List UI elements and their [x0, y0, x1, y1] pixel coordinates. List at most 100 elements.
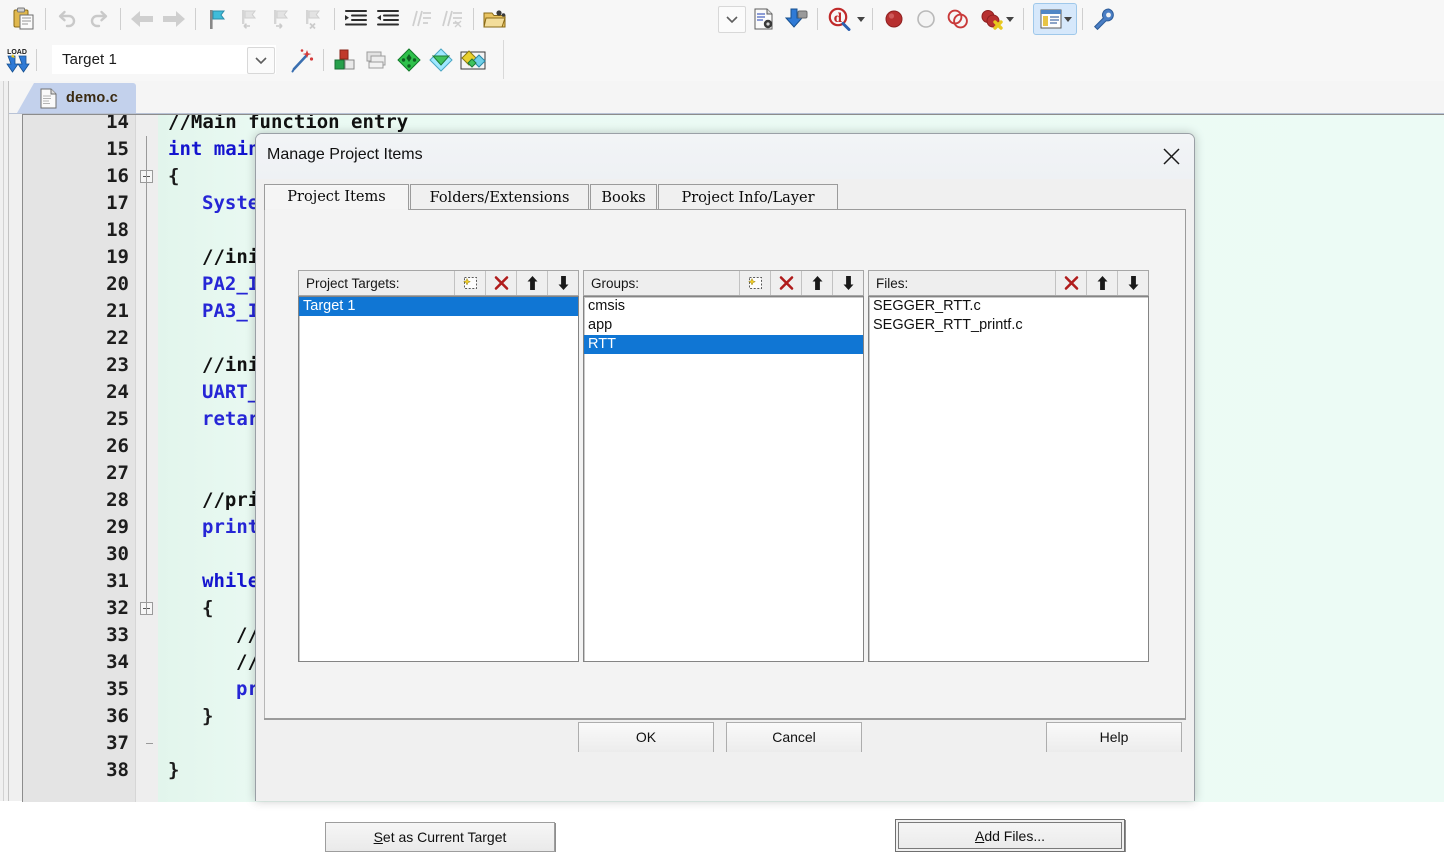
pack-installer-button[interactable] — [393, 44, 425, 76]
download-button[interactable] — [780, 3, 812, 35]
files-list[interactable]: SEGGER_RTT.c SEGGER_RTT_printf.c — [868, 296, 1149, 662]
outdent-button[interactable] — [372, 3, 404, 35]
manage-multi-project-button[interactable] — [361, 44, 393, 76]
paste-button[interactable] — [8, 3, 40, 35]
line-number: 17 — [106, 192, 129, 214]
next-bookmark-button[interactable] — [265, 3, 297, 35]
delete-icon — [494, 276, 508, 290]
previous-bookmark-button[interactable] — [233, 3, 265, 35]
insert-breakpoint-button[interactable] — [878, 3, 910, 35]
manage-project-items-button[interactable] — [329, 44, 361, 76]
help-button[interactable]: Help — [1046, 722, 1182, 752]
indent-button[interactable] — [340, 3, 372, 35]
new-group-button[interactable] — [739, 271, 770, 295]
dialog-tab-folders-extensions[interactable]: Folders/Extensions — [410, 184, 589, 210]
files-label: Files: — [876, 275, 909, 291]
move-file-up-button[interactable] — [1086, 271, 1117, 295]
code-token: UART_ — [202, 381, 260, 403]
kill-breakpoint-button[interactable] — [910, 3, 942, 35]
manage-project-items-dialog: Manage Project Items Project Items Folder… — [255, 133, 1195, 852]
move-target-down-button[interactable] — [547, 271, 578, 295]
green-diamond-icon — [397, 47, 421, 72]
redo-button[interactable] — [83, 3, 115, 35]
uncomment-button[interactable] — [436, 3, 468, 35]
configure-toolbar-button[interactable] — [1088, 3, 1120, 35]
configure-target-button[interactable] — [748, 3, 780, 35]
toolbar-separator — [1023, 8, 1024, 30]
tab-label: demo.c — [66, 90, 118, 106]
manage-run-time-button[interactable] — [425, 44, 457, 76]
dialog-tab-books[interactable]: Books — [590, 184, 657, 210]
line-number: 21 — [106, 300, 129, 322]
line-number: 16 — [106, 165, 129, 187]
clear-bookmarks-button[interactable] — [297, 3, 329, 35]
code-token: while — [202, 570, 260, 592]
tab-demo-c[interactable]: demo.c — [17, 83, 136, 113]
bookmark-next-icon — [274, 10, 289, 29]
line-number: 36 — [106, 705, 129, 727]
target-select[interactable]: Target 1 — [52, 45, 276, 74]
project-targets-list[interactable]: Target 1 — [298, 296, 579, 662]
main-toolbar: d — [0, 0, 1444, 39]
navigate-forward-button[interactable] — [158, 3, 190, 35]
caret-down-icon[interactable] — [1063, 16, 1072, 22]
move-group-up-button[interactable] — [801, 271, 832, 295]
delete-file-button[interactable] — [1055, 271, 1086, 295]
move-file-down-button[interactable] — [1117, 271, 1148, 295]
set-as-current-target-button[interactable]: Set as Current Target — [325, 822, 555, 852]
add-files-accel: A — [974, 827, 985, 844]
move-target-up-button[interactable] — [516, 271, 547, 295]
target-options-button[interactable] — [286, 44, 318, 76]
code-folding-margin[interactable] — [135, 115, 158, 802]
list-item[interactable]: app — [584, 316, 863, 335]
caret-down-icon[interactable] — [856, 16, 865, 22]
caret-down-icon[interactable] — [1005, 16, 1014, 22]
comment-button[interactable] — [404, 3, 436, 35]
project-targets-label: Project Targets: — [306, 275, 400, 291]
toolbar-separator — [817, 8, 818, 30]
code-token: //ini — [202, 246, 260, 268]
list-item[interactable]: RTT — [584, 335, 863, 354]
delete-group-button[interactable] — [770, 271, 801, 295]
document-tabstrip: demo.c — [9, 81, 1444, 114]
code-line: { — [158, 595, 213, 622]
indent-left-icon — [377, 10, 399, 26]
undo-button[interactable] — [51, 3, 83, 35]
groups-label: Groups: — [591, 275, 640, 291]
list-item[interactable]: Target 1 — [299, 297, 578, 316]
dialog-title: Manage Project Items — [267, 146, 423, 163]
left-dock-rail — [0, 81, 9, 801]
ok-button[interactable]: OK — [578, 722, 714, 752]
dialog-separator — [264, 718, 1186, 720]
select-software-packs-button[interactable] — [457, 44, 489, 76]
add-files-button[interactable]: Add Files... — [895, 819, 1125, 852]
undo-icon — [58, 10, 76, 28]
list-item[interactable]: SEGGER_RTT_printf.c — [869, 316, 1148, 335]
download-flash-button[interactable]: LOAD — [2, 44, 34, 76]
project-window-button[interactable] — [1033, 3, 1077, 35]
move-group-down-button[interactable] — [832, 271, 863, 295]
code-line: //pri — [158, 487, 259, 514]
groups-list[interactable]: cmsis app RTT — [583, 296, 864, 662]
list-item[interactable]: cmsis — [584, 297, 863, 316]
target-select-dropdown[interactable] — [247, 47, 275, 74]
combo-dropdown-button[interactable] — [716, 3, 748, 35]
delete-target-button[interactable] — [485, 271, 516, 295]
open-file-button[interactable] — [479, 3, 511, 35]
new-target-button[interactable] — [454, 271, 485, 295]
code-line: retar — [158, 406, 259, 433]
kill-all-breakpoints-button[interactable] — [974, 3, 1018, 35]
list-item[interactable]: SEGGER_RTT.c — [869, 297, 1148, 316]
navigate-back-button[interactable] — [126, 3, 158, 35]
button-label: Help — [1099, 729, 1129, 745]
disable-breakpoint-button[interactable] — [942, 3, 974, 35]
line-number: 20 — [106, 273, 129, 295]
dialog-tab-project-info-layer[interactable]: Project Info/Layer — [658, 184, 838, 210]
cancel-button[interactable]: Cancel — [726, 722, 862, 752]
dialog-tab-project-items[interactable]: Project Items — [264, 184, 409, 210]
code-line: } — [158, 703, 213, 730]
start-debug-button[interactable]: d — [823, 3, 867, 35]
dialog-close-button[interactable] — [1156, 142, 1186, 170]
uncomment-lines-icon — [442, 10, 462, 28]
toggle-bookmark-button[interactable] — [201, 3, 233, 35]
